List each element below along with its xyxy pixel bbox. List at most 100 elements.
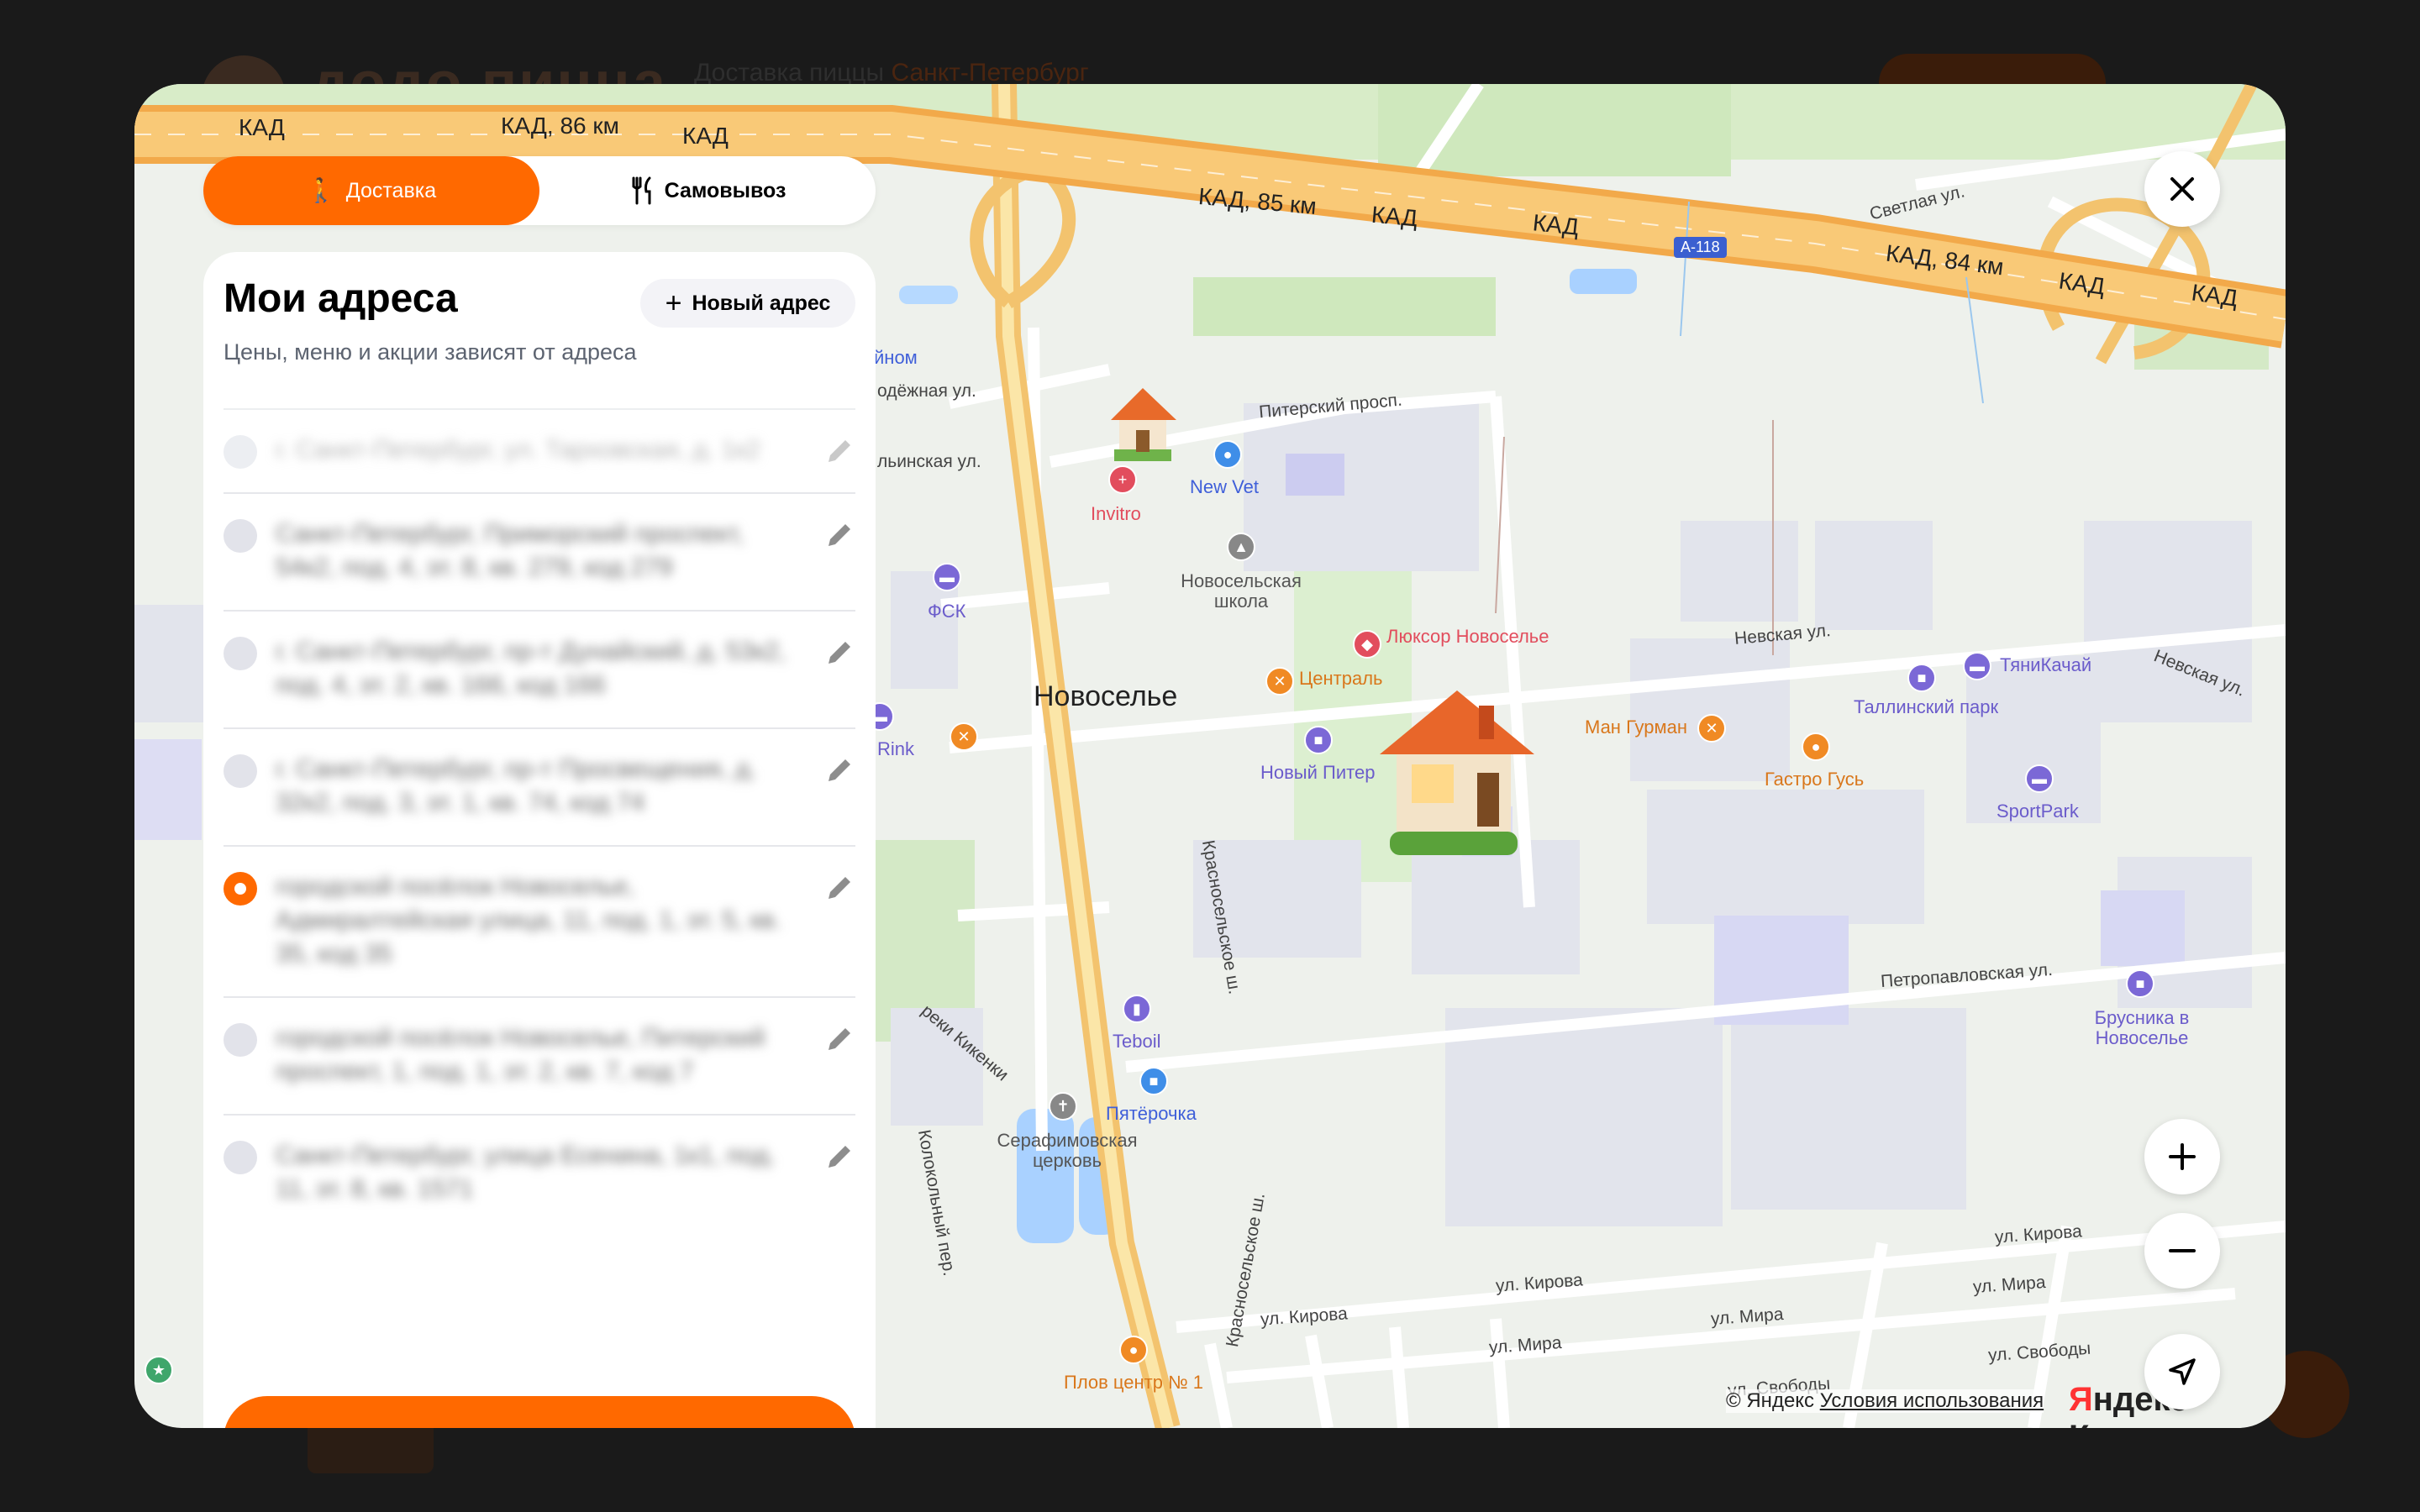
city-link: Санкт-Петербург: [891, 59, 1089, 87]
cafe-icon[interactable]: ✕: [950, 722, 978, 751]
poi-tallinsky[interactable]: Таллинский парк: [1854, 697, 1998, 717]
road-label-kad: КАД: [239, 114, 285, 140]
tab-pickup[interactable]: Самовывоз: [539, 156, 876, 225]
pencil-icon[interactable]: [822, 1023, 855, 1057]
street-nadezhnaya: одёжная ул.: [877, 381, 976, 401]
road-label-kad-3: КАД: [1370, 201, 1419, 232]
address-text: г. Санкт-Петербург, пр-т Дунайский, д. 5…: [276, 638, 786, 699]
poi-school[interactable]: Новосельская школа: [1178, 571, 1304, 612]
church-icon[interactable]: ✝: [1049, 1092, 1077, 1121]
restaurant-icon-2[interactable]: ✕: [1697, 714, 1726, 743]
plus-icon: +: [665, 287, 682, 319]
address-radio[interactable]: [224, 754, 257, 788]
poi-fsk[interactable]: ФСК: [928, 601, 965, 622]
road-label-kad-4: КАД: [1531, 209, 1581, 240]
dental-icon[interactable]: ◆: [1353, 630, 1381, 659]
poi-pyaterochka[interactable]: Пятёрочка: [1106, 1104, 1197, 1124]
cafe-icon-2[interactable]: ●: [1119, 1336, 1148, 1364]
poi-lyuksor[interactable]: Люксор Новоселье: [1386, 627, 1549, 647]
address-text: Санкт-Петербург, улица Есенина, 1к1, под…: [276, 1142, 776, 1203]
pencil-icon[interactable]: [822, 435, 855, 469]
address-radio[interactable]: [224, 1023, 257, 1057]
mall-icon[interactable]: ■: [1304, 726, 1333, 754]
road-label-kad-2: КАД: [682, 123, 729, 149]
address-item[interactable]: Санкт-Петербург, улица Есенина, 1к1, под…: [224, 1116, 855, 1231]
poi-gastro-gus[interactable]: Гастро Гусь: [1765, 769, 1864, 790]
fitness-icon[interactable]: ▬: [933, 563, 961, 591]
road-label-kad-86: КАД, 86 км: [501, 113, 619, 139]
address-modal: КАД КАД, 86 км КАД КАД, 85 км КАД КАД А-…: [134, 84, 2286, 1428]
address-radio[interactable]: [224, 1141, 257, 1174]
poi-new-vet[interactable]: New Vet: [1190, 477, 1259, 497]
zoom-in-button[interactable]: [2144, 1119, 2220, 1194]
street-ilinskaya: льинская ул.: [877, 452, 981, 471]
tab-delivery[interactable]: 🚶 Доставка: [203, 156, 539, 225]
address-text: Санкт-Петербург, Приморский проспект, 54…: [276, 520, 744, 581]
house-marker-small: [1111, 388, 1176, 461]
address-item[interactable]: Санкт-Петербург, Приморский проспект, 54…: [224, 494, 855, 612]
shop-icon[interactable]: ■: [1907, 664, 1936, 692]
address-list: г. Санкт-Петербург, ул. Тарховская, д. 1…: [224, 408, 855, 1231]
address-text: г. Санкт-Петербург, ул. Тарховская, д. 1…: [276, 436, 760, 464]
medical-icon[interactable]: +: [1108, 465, 1137, 494]
new-address-button[interactable]: + Новый адрес: [640, 279, 855, 328]
fitness-icon-2[interactable]: ▬: [1963, 652, 1991, 680]
poi-cinema[interactable]: йном: [874, 348, 918, 368]
address-item[interactable]: г. Санкт-Петербург, ул. Тарховская, д. 1…: [224, 408, 855, 494]
poi-tyanikachay[interactable]: ТяниКачай: [2000, 655, 2091, 675]
walking-person-icon: 🚶: [306, 177, 336, 203]
road-shield-a118: А-118: [1674, 237, 1727, 258]
address-item[interactable]: городской посёлок Новоселье, Питерский п…: [224, 998, 855, 1116]
address-radio[interactable]: [224, 435, 257, 469]
poi-plov[interactable]: Плов центр № 1: [1064, 1373, 1203, 1393]
zoom-out-button[interactable]: [2144, 1213, 2220, 1289]
address-item[interactable]: г. Санкт-Петербург, пр-т Просвещения, д.…: [224, 729, 855, 847]
poi-brusnika[interactable]: Брусника в Новоселье: [2079, 1008, 2205, 1048]
poi-church[interactable]: Серафимовская церковь: [992, 1131, 1143, 1171]
poi-centrale[interactable]: Централь: [1299, 669, 1383, 689]
pencil-icon[interactable]: [822, 637, 855, 670]
star-icon[interactable]: ★: [145, 1356, 173, 1384]
paw-icon[interactable]: ●: [1213, 440, 1242, 469]
close-button[interactable]: [2144, 151, 2220, 227]
coffee-icon[interactable]: ●: [1802, 732, 1830, 761]
address-radio[interactable]: [224, 519, 257, 553]
pencil-icon[interactable]: [822, 754, 855, 788]
order-here-button[interactable]: Заказать сюда: [224, 1396, 855, 1428]
restaurant-icon[interactable]: ✕: [1265, 667, 1294, 696]
pencil-icon[interactable]: [822, 519, 855, 553]
locate-button[interactable]: [2144, 1334, 2220, 1410]
poi-man-gurman[interactable]: Ман Гурман: [1585, 717, 1687, 738]
close-icon: [2170, 177, 2194, 201]
address-item-selected[interactable]: городской посёлок Новоселье, Адмиралтейс…: [224, 847, 855, 998]
fork-knife-icon: [632, 176, 651, 205]
address-radio-selected[interactable]: [224, 872, 257, 906]
pencil-icon[interactable]: [822, 1141, 855, 1174]
navigation-arrow-icon: [2169, 1358, 2196, 1385]
poi-sportpark[interactable]: SportPark: [1996, 801, 2079, 822]
pencil-icon[interactable]: [822, 872, 855, 906]
address-item[interactable]: г. Санкт-Петербург, пр-т Дунайский, д. 5…: [224, 612, 855, 729]
fuel-icon[interactable]: ▮: [1123, 995, 1151, 1023]
district-label-novosele: Новоселье: [1034, 680, 1178, 712]
header-subtitle: Доставка пиццы Санкт-Петербург: [694, 59, 1089, 87]
terms-link[interactable]: Условия использования: [1820, 1389, 2044, 1412]
plus-icon: [2169, 1143, 2196, 1170]
delivery-mode-toggle: 🚶 Доставка Самовывоз: [203, 156, 876, 225]
address-text: городской посёлок Новоселье, Питерский п…: [276, 1024, 765, 1085]
panel-subtitle: Цены, меню и акции зависят от адреса: [224, 339, 637, 365]
poi-novy-piter[interactable]: Новый Питер: [1260, 763, 1375, 783]
poi-teboil[interactable]: Teboil: [1113, 1032, 1160, 1052]
poi-rink[interactable]: Rink: [877, 739, 914, 759]
panel-title: Мои адреса: [224, 276, 458, 321]
grocery-icon[interactable]: ■: [1139, 1067, 1168, 1095]
school-icon[interactable]: ▲: [1227, 533, 1255, 561]
fitness-icon-3[interactable]: ▬: [2025, 764, 2054, 793]
store-icon[interactable]: ■: [2126, 969, 2154, 998]
poi-invitro[interactable]: Invitro: [1091, 504, 1141, 524]
address-radio[interactable]: [224, 637, 257, 670]
address-text: городской посёлок Новоселье, Адмиралтейс…: [276, 873, 781, 968]
address-panel: Мои адреса + Новый адрес Цены, меню и ак…: [203, 252, 876, 1428]
map-copyright: © Яндекс Условия использования: [1726, 1389, 2044, 1413]
minus-icon: [2169, 1249, 2196, 1252]
